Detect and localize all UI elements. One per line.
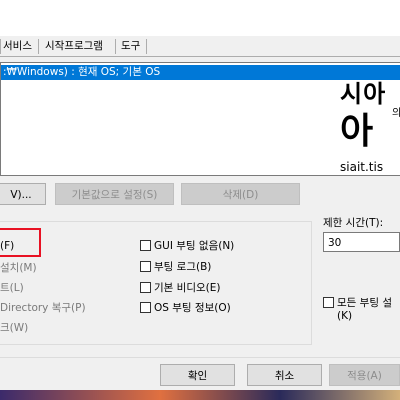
network-option[interactable]: 크(W) [0, 320, 28, 335]
tab-separator [115, 39, 116, 54]
alternate-shell-option[interactable]: 트(L) [0, 280, 24, 295]
make-permanent-label: 모든 부팅 설 [337, 297, 392, 309]
tab-bar: 서비스 시작프로그램 도구 [0, 36, 400, 57]
highlight-box [0, 228, 41, 257]
tab-startup[interactable]: 시작프로그램 [41, 38, 107, 55]
desktop-background [0, 390, 400, 400]
set-default-button[interactable]: 기본값으로 설정(S) [55, 183, 174, 205]
minimal-option[interactable]: 설치(M) [0, 260, 37, 275]
tab-separator [146, 39, 147, 54]
no-gui-boot-label: GUI 부팅 없음(N) [154, 240, 235, 252]
footer-divider [0, 357, 400, 358]
watermark-logo: 시아 의 아 siait.tis [340, 80, 400, 174]
delete-button[interactable]: 삭제(D) [181, 183, 300, 205]
os-boot-info-checkbox[interactable] [140, 302, 151, 313]
base-video-checkbox[interactable] [140, 282, 151, 293]
boot-log-checkbox[interactable] [140, 261, 151, 272]
ad-repair-option[interactable]: Directory 복구(P) [0, 300, 86, 315]
no-gui-boot-checkbox[interactable] [140, 240, 151, 251]
make-permanent-checkbox[interactable] [323, 297, 334, 308]
advanced-options-button[interactable]: V)... [0, 183, 46, 205]
tab-tools[interactable]: 도구 [117, 38, 144, 55]
apply-button[interactable]: 적용(A) [329, 364, 400, 386]
tab-separator [38, 39, 39, 54]
cancel-button[interactable]: 취소 [247, 364, 322, 386]
boot-log-label: 부팅 로그(B) [154, 261, 212, 273]
ok-button[interactable]: 확인 [160, 364, 235, 386]
tab-services[interactable]: 서비스 [0, 38, 36, 55]
timeout-label: 제한 시간(T): [323, 217, 384, 229]
window-top-area [0, 0, 400, 36]
os-boot-info-label: OS 부팅 정보(O) [154, 302, 231, 314]
make-permanent-label-cont: (K) [337, 310, 353, 322]
timeout-input[interactable]: 30 [323, 232, 400, 252]
base-video-label: 기본 비디오(E) [154, 282, 221, 294]
